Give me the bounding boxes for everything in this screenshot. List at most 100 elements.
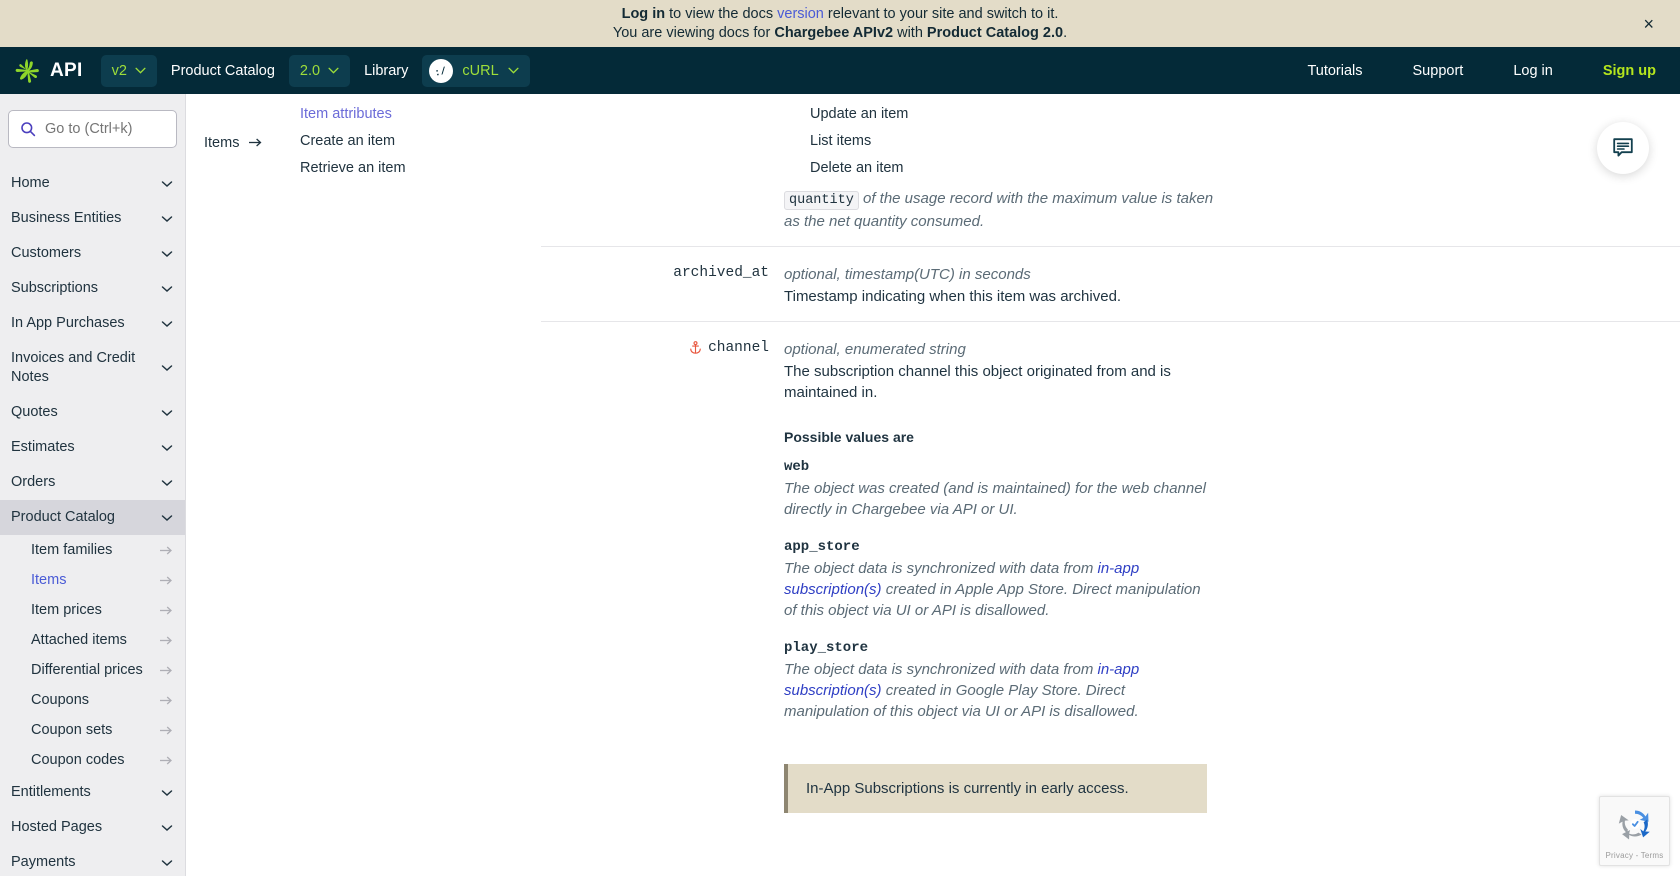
sidebar-item-differential-prices[interactable]: Differential prices bbox=[0, 655, 185, 685]
library-link[interactable]: Library bbox=[350, 63, 422, 79]
attribute-type: optional, enumerated string bbox=[784, 341, 966, 358]
possible-values-title: Possible values are bbox=[784, 429, 914, 445]
chevron-down-icon bbox=[135, 67, 146, 74]
chevron-down-icon bbox=[161, 789, 173, 796]
chevron-down-icon bbox=[161, 859, 173, 866]
subnav-link-list-items[interactable]: List items bbox=[810, 133, 908, 149]
attribute-name-partial bbox=[541, 187, 784, 232]
chevron-down-icon bbox=[161, 250, 173, 257]
chevron-down-icon bbox=[161, 514, 173, 521]
attribute-description: quantity of the usage record with the ma… bbox=[784, 188, 1214, 232]
sidebar-item-coupon-codes[interactable]: Coupon codes bbox=[0, 745, 185, 775]
notice-line-1-suffix: relevant to your site and switch to it. bbox=[823, 5, 1059, 22]
arrow-right-icon bbox=[160, 696, 172, 704]
sidebar-item-coupon-sets[interactable]: Coupon sets bbox=[0, 715, 185, 745]
subnav-link-item-attributes[interactable]: Item attributes bbox=[300, 106, 810, 122]
subnav-link-create-an-item[interactable]: Create an item bbox=[300, 133, 810, 149]
brand-home-link[interactable]: API bbox=[14, 58, 83, 84]
chargebee-logo-icon bbox=[15, 58, 39, 83]
sidebar-item-home[interactable]: Home bbox=[0, 166, 185, 201]
sidebar-item-label: Invoices and Credit Notes bbox=[11, 350, 136, 385]
sidebar-item-hosted-pages[interactable]: Hosted Pages bbox=[0, 810, 185, 845]
arrow-right-icon bbox=[160, 546, 172, 554]
sidebar-item-subscriptions[interactable]: Subscriptions bbox=[0, 271, 185, 306]
chevron-down-icon bbox=[161, 180, 173, 187]
subnav-link-update-an-item[interactable]: Update an item bbox=[810, 106, 908, 122]
recaptcha-badge[interactable]: Privacy - Terms bbox=[1599, 796, 1670, 866]
anchor-icon[interactable] bbox=[689, 341, 702, 354]
sidebar-item-label: Customers bbox=[11, 245, 82, 261]
support-link[interactable]: Support bbox=[1388, 63, 1489, 79]
sidebar-item-in-app-purchases[interactable]: In App Purchases bbox=[0, 306, 185, 341]
sidebar-item-coupons[interactable]: Coupons bbox=[0, 685, 185, 715]
breadcrumb-label: Items bbox=[204, 134, 240, 151]
top-navigation-bar: API v2 Product Catalog 2.0 Library :/ / … bbox=[0, 47, 1680, 94]
sidebar-search-wrap bbox=[0, 110, 185, 148]
notice-line-1: Log in to view the docs version relevant… bbox=[622, 5, 1059, 24]
arrow-right-icon bbox=[160, 636, 172, 644]
page-shell: Home Business Entities Customers Subscri… bbox=[0, 94, 1680, 876]
chat-bubble-glyph-icon bbox=[1613, 138, 1633, 157]
sidebar-item-attached-items[interactable]: Attached items bbox=[0, 625, 185, 655]
sidebar-item-label: Product Catalog bbox=[11, 509, 115, 525]
sidebar-subitem-label: Attached items bbox=[31, 632, 127, 648]
search-box[interactable] bbox=[8, 110, 177, 148]
sidebar-subitem-label: Item families bbox=[31, 542, 113, 558]
possible-value-description: The object data is synchronized with dat… bbox=[784, 659, 1214, 722]
sidebar-item-label: Subscriptions bbox=[11, 280, 99, 296]
attribute-type: optional, timestamp(UTC) in seconds bbox=[784, 266, 1031, 283]
search-input[interactable] bbox=[45, 121, 165, 137]
sidebar-subitem-label: Coupons bbox=[31, 692, 90, 708]
possible-value-web: web The object was created (and is maint… bbox=[784, 459, 1214, 520]
sidebar-subitem-label: Items bbox=[31, 572, 67, 588]
sidebar-item-quotes[interactable]: Quotes bbox=[0, 395, 185, 430]
sidebar-item-label: Home bbox=[11, 175, 50, 191]
attribute-row-archived-at: archived_at optional, timestamp(UTC) in … bbox=[541, 246, 1680, 321]
attribute-body: optional, timestamp(UTC) in seconds Time… bbox=[784, 264, 1214, 307]
sidebar-item-item-families[interactable]: Item families bbox=[0, 535, 185, 565]
sidebar-item-customers[interactable]: Customers bbox=[0, 236, 185, 271]
notice-version-link[interactable]: version bbox=[777, 6, 824, 22]
sidebar-subitem-label: Coupon codes bbox=[31, 752, 125, 768]
notice-api-version: Chargebee APIv2 bbox=[774, 24, 894, 41]
top-notice-banner: Log in to view the docs version relevant… bbox=[0, 0, 1680, 47]
chat-bubble-icon[interactable] bbox=[1597, 122, 1649, 174]
sidebar-item-orders[interactable]: Orders bbox=[0, 465, 185, 500]
sidebar-item-items[interactable]: Items bbox=[0, 565, 185, 595]
login-link[interactable]: Log in bbox=[1488, 63, 1578, 79]
sidebar: Home Business Entities Customers Subscri… bbox=[0, 94, 186, 876]
chevron-down-icon bbox=[161, 215, 173, 222]
subnav-column-2: Update an item List items Delete an item bbox=[810, 106, 908, 176]
tutorials-link[interactable]: Tutorials bbox=[1282, 63, 1387, 79]
notice-login-link[interactable]: Log in bbox=[622, 6, 666, 22]
sidebar-item-item-prices[interactable]: Item prices bbox=[0, 595, 185, 625]
breadcrumb[interactable]: Items bbox=[204, 106, 300, 176]
early-access-callout: In-App Subscriptions is currently in ear… bbox=[784, 764, 1207, 813]
sidebar-item-invoices-and-credit-notes[interactable]: Invoices and Credit Notes bbox=[0, 341, 185, 395]
chevron-down-icon bbox=[328, 67, 339, 74]
signup-button[interactable]: Sign up bbox=[1578, 63, 1656, 79]
recaptcha-label[interactable]: Privacy - Terms bbox=[1600, 851, 1669, 860]
language-selector[interactable]: :/ / cURL bbox=[422, 54, 530, 87]
product-catalog-label[interactable]: Product Catalog bbox=[157, 63, 289, 79]
sidebar-item-payments[interactable]: Payments bbox=[0, 845, 185, 876]
pv-text: The object data is synchronized with dat… bbox=[784, 560, 1098, 577]
sidebar-item-estimates[interactable]: Estimates bbox=[0, 430, 185, 465]
catalog-version-selector[interactable]: 2.0 bbox=[288, 54, 351, 87]
sidebar-item-business-entities[interactable]: Business Entities bbox=[0, 201, 185, 236]
sidebar-item-entitlements[interactable]: Entitlements bbox=[0, 775, 185, 810]
arrow-right-icon bbox=[160, 756, 172, 764]
possible-value-play-store: play_store The object data is synchroniz… bbox=[784, 640, 1214, 722]
chevron-down-icon bbox=[161, 409, 173, 416]
possible-value-app-store: app_store The object data is synchronize… bbox=[784, 539, 1214, 621]
subnav-link-delete-an-item[interactable]: Delete an item bbox=[810, 160, 908, 176]
arrow-right-icon bbox=[249, 138, 262, 147]
api-version-selector[interactable]: v2 bbox=[100, 54, 157, 87]
curl-glyph-icon: :/ / bbox=[434, 63, 451, 79]
sidebar-item-product-catalog[interactable]: Product Catalog bbox=[0, 500, 185, 535]
pv-text: The object data is synchronized with dat… bbox=[784, 661, 1098, 678]
arrow-right-icon bbox=[160, 606, 172, 614]
subnav-link-retrieve-an-item[interactable]: Retrieve an item bbox=[300, 160, 810, 176]
close-icon[interactable]: × bbox=[1643, 15, 1654, 33]
notice-line-2-prefix: You are viewing docs for bbox=[612, 24, 775, 41]
